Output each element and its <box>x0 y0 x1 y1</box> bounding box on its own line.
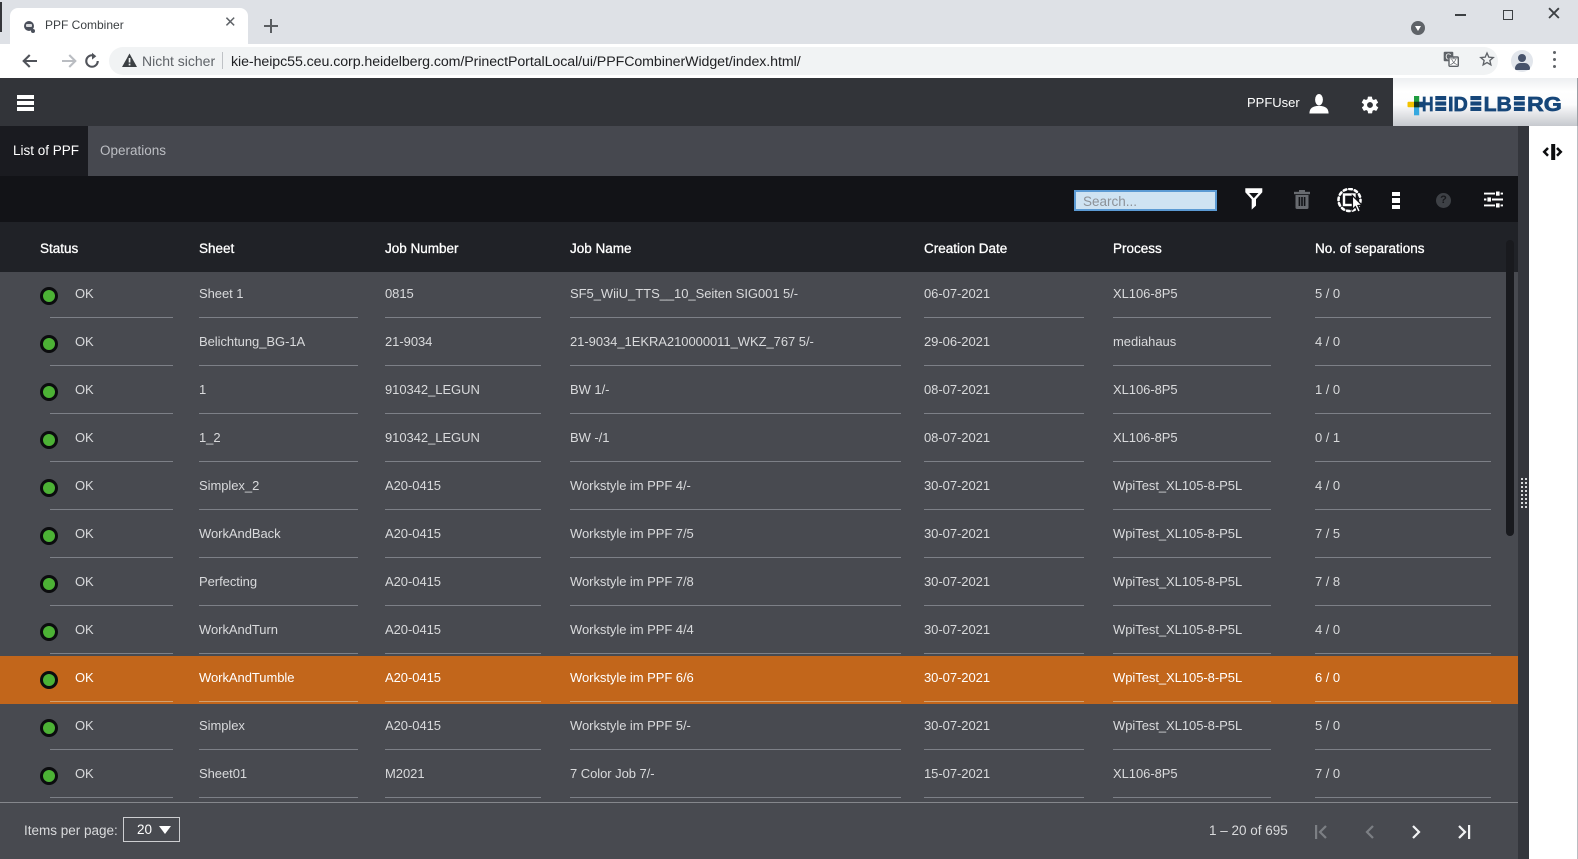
svg-text:RG: RG <box>1527 94 1562 116</box>
svg-text:ID: ID <box>1448 94 1468 116</box>
svg-text:LB: LB <box>1484 94 1512 116</box>
svg-text:H: H <box>1422 94 1434 116</box>
svg-text:文: 文 <box>1450 56 1458 66</box>
